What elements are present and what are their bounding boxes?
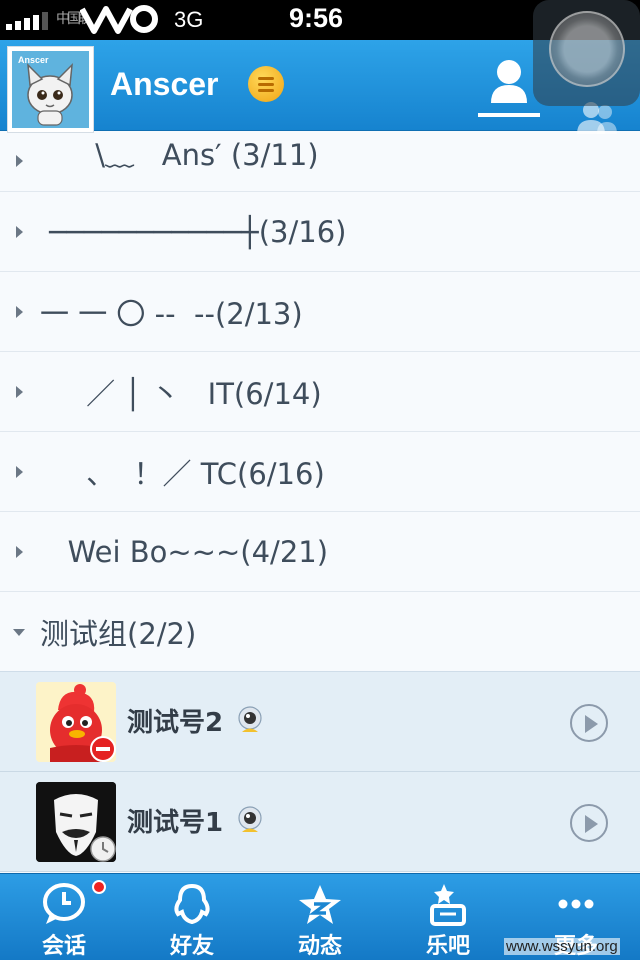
tab-label: 会话: [41, 934, 86, 959]
group-row-expanded[interactable]: 测试组(2/2): [0, 592, 640, 672]
away-status-icon: [90, 836, 116, 862]
tab-label: 乐吧: [425, 934, 470, 959]
group-row[interactable]: 一 一 〇 -- --(2/13): [0, 272, 640, 352]
friend-row[interactable]: 测试号1: [0, 772, 640, 872]
tab-leba[interactable]: 乐吧: [384, 874, 512, 960]
expanded-arrow-icon: [13, 628, 25, 636]
collapsed-arrow-icon: [16, 385, 23, 398]
play-icon: [585, 715, 598, 733]
group-label: \﹏ Ans′ (3/11): [40, 138, 319, 172]
chat-icon: [43, 883, 85, 924]
tab-label: 动态: [297, 934, 342, 959]
more-icon: [558, 899, 594, 909]
avatar-caption: Anscer: [18, 55, 49, 65]
assistive-touch-button[interactable]: [533, 0, 640, 106]
friends-icon: [174, 883, 210, 925]
unread-badge: [92, 880, 106, 894]
signal-strength-icon: [6, 10, 48, 30]
username[interactable]: Anscer: [110, 66, 219, 103]
group-row[interactable]: \﹏ Ans′ (3/11): [0, 131, 640, 192]
collapsed-arrow-icon: [16, 305, 23, 318]
tab-feed[interactable]: 动态: [256, 874, 384, 960]
leba-icon: [430, 884, 466, 926]
tab-label: 好友: [169, 934, 214, 959]
online-status-icon[interactable]: [248, 66, 284, 102]
friend-avatar: [36, 782, 116, 862]
friend-name: 测试号2: [127, 708, 224, 738]
network-type: 3G: [174, 7, 204, 32]
group-label: Wei Bo~~~(4/21): [40, 534, 329, 569]
group-row[interactable]: ／ │ 丶 IT(6/14): [0, 352, 640, 432]
collapsed-arrow-icon: [16, 465, 23, 478]
group-label: 测试组(2/2): [40, 616, 197, 651]
friend-name: 测试号1: [127, 808, 224, 838]
play-button[interactable]: [570, 704, 608, 742]
friend-avatar: [36, 682, 116, 762]
collapsed-arrow-icon: [16, 545, 23, 558]
group-label: ───────────┼(3/16): [40, 214, 347, 249]
active-tab-indicator: [478, 113, 540, 117]
clock: 9:56: [289, 3, 344, 33]
tab-chat[interactable]: 会话: [0, 874, 128, 960]
group-row[interactable]: ───────────┼(3/16): [0, 192, 640, 272]
carrier-logo-icon: [80, 5, 158, 34]
group-label: ／ │ 丶 IT(6/14): [40, 376, 322, 411]
group-row[interactable]: 、 ！／ TC(6/16): [0, 432, 640, 512]
friend-row[interactable]: 测试号2: [0, 672, 640, 772]
contact-group-list: \﹏ Ans′ (3/11) ───────────┼(3/16) 一 一 〇 …: [0, 131, 640, 873]
my-avatar[interactable]: Anscer: [7, 46, 94, 133]
contacts-tab-icon: [491, 60, 527, 103]
watermark: www.wssyun.org: [504, 938, 620, 955]
play-button[interactable]: [570, 804, 608, 842]
tab-friends[interactable]: 好友: [128, 874, 256, 960]
collapsed-arrow-icon: [16, 225, 23, 238]
contacts-tab[interactable]: [478, 55, 540, 117]
webcam-icon: [238, 806, 262, 832]
qzone-star-icon: [299, 885, 341, 924]
webcam-icon: [238, 706, 262, 732]
play-icon: [585, 815, 598, 833]
busy-status-icon: [90, 736, 116, 762]
group-label: 一 一 〇 -- --(2/13): [40, 296, 303, 331]
collapsed-arrow-icon: [16, 155, 23, 167]
group-label: 、 ！／ TC(6/16): [40, 456, 325, 491]
assistive-touch-icon: [549, 11, 625, 87]
group-row[interactable]: Wei Bo~~~(4/21): [0, 512, 640, 592]
